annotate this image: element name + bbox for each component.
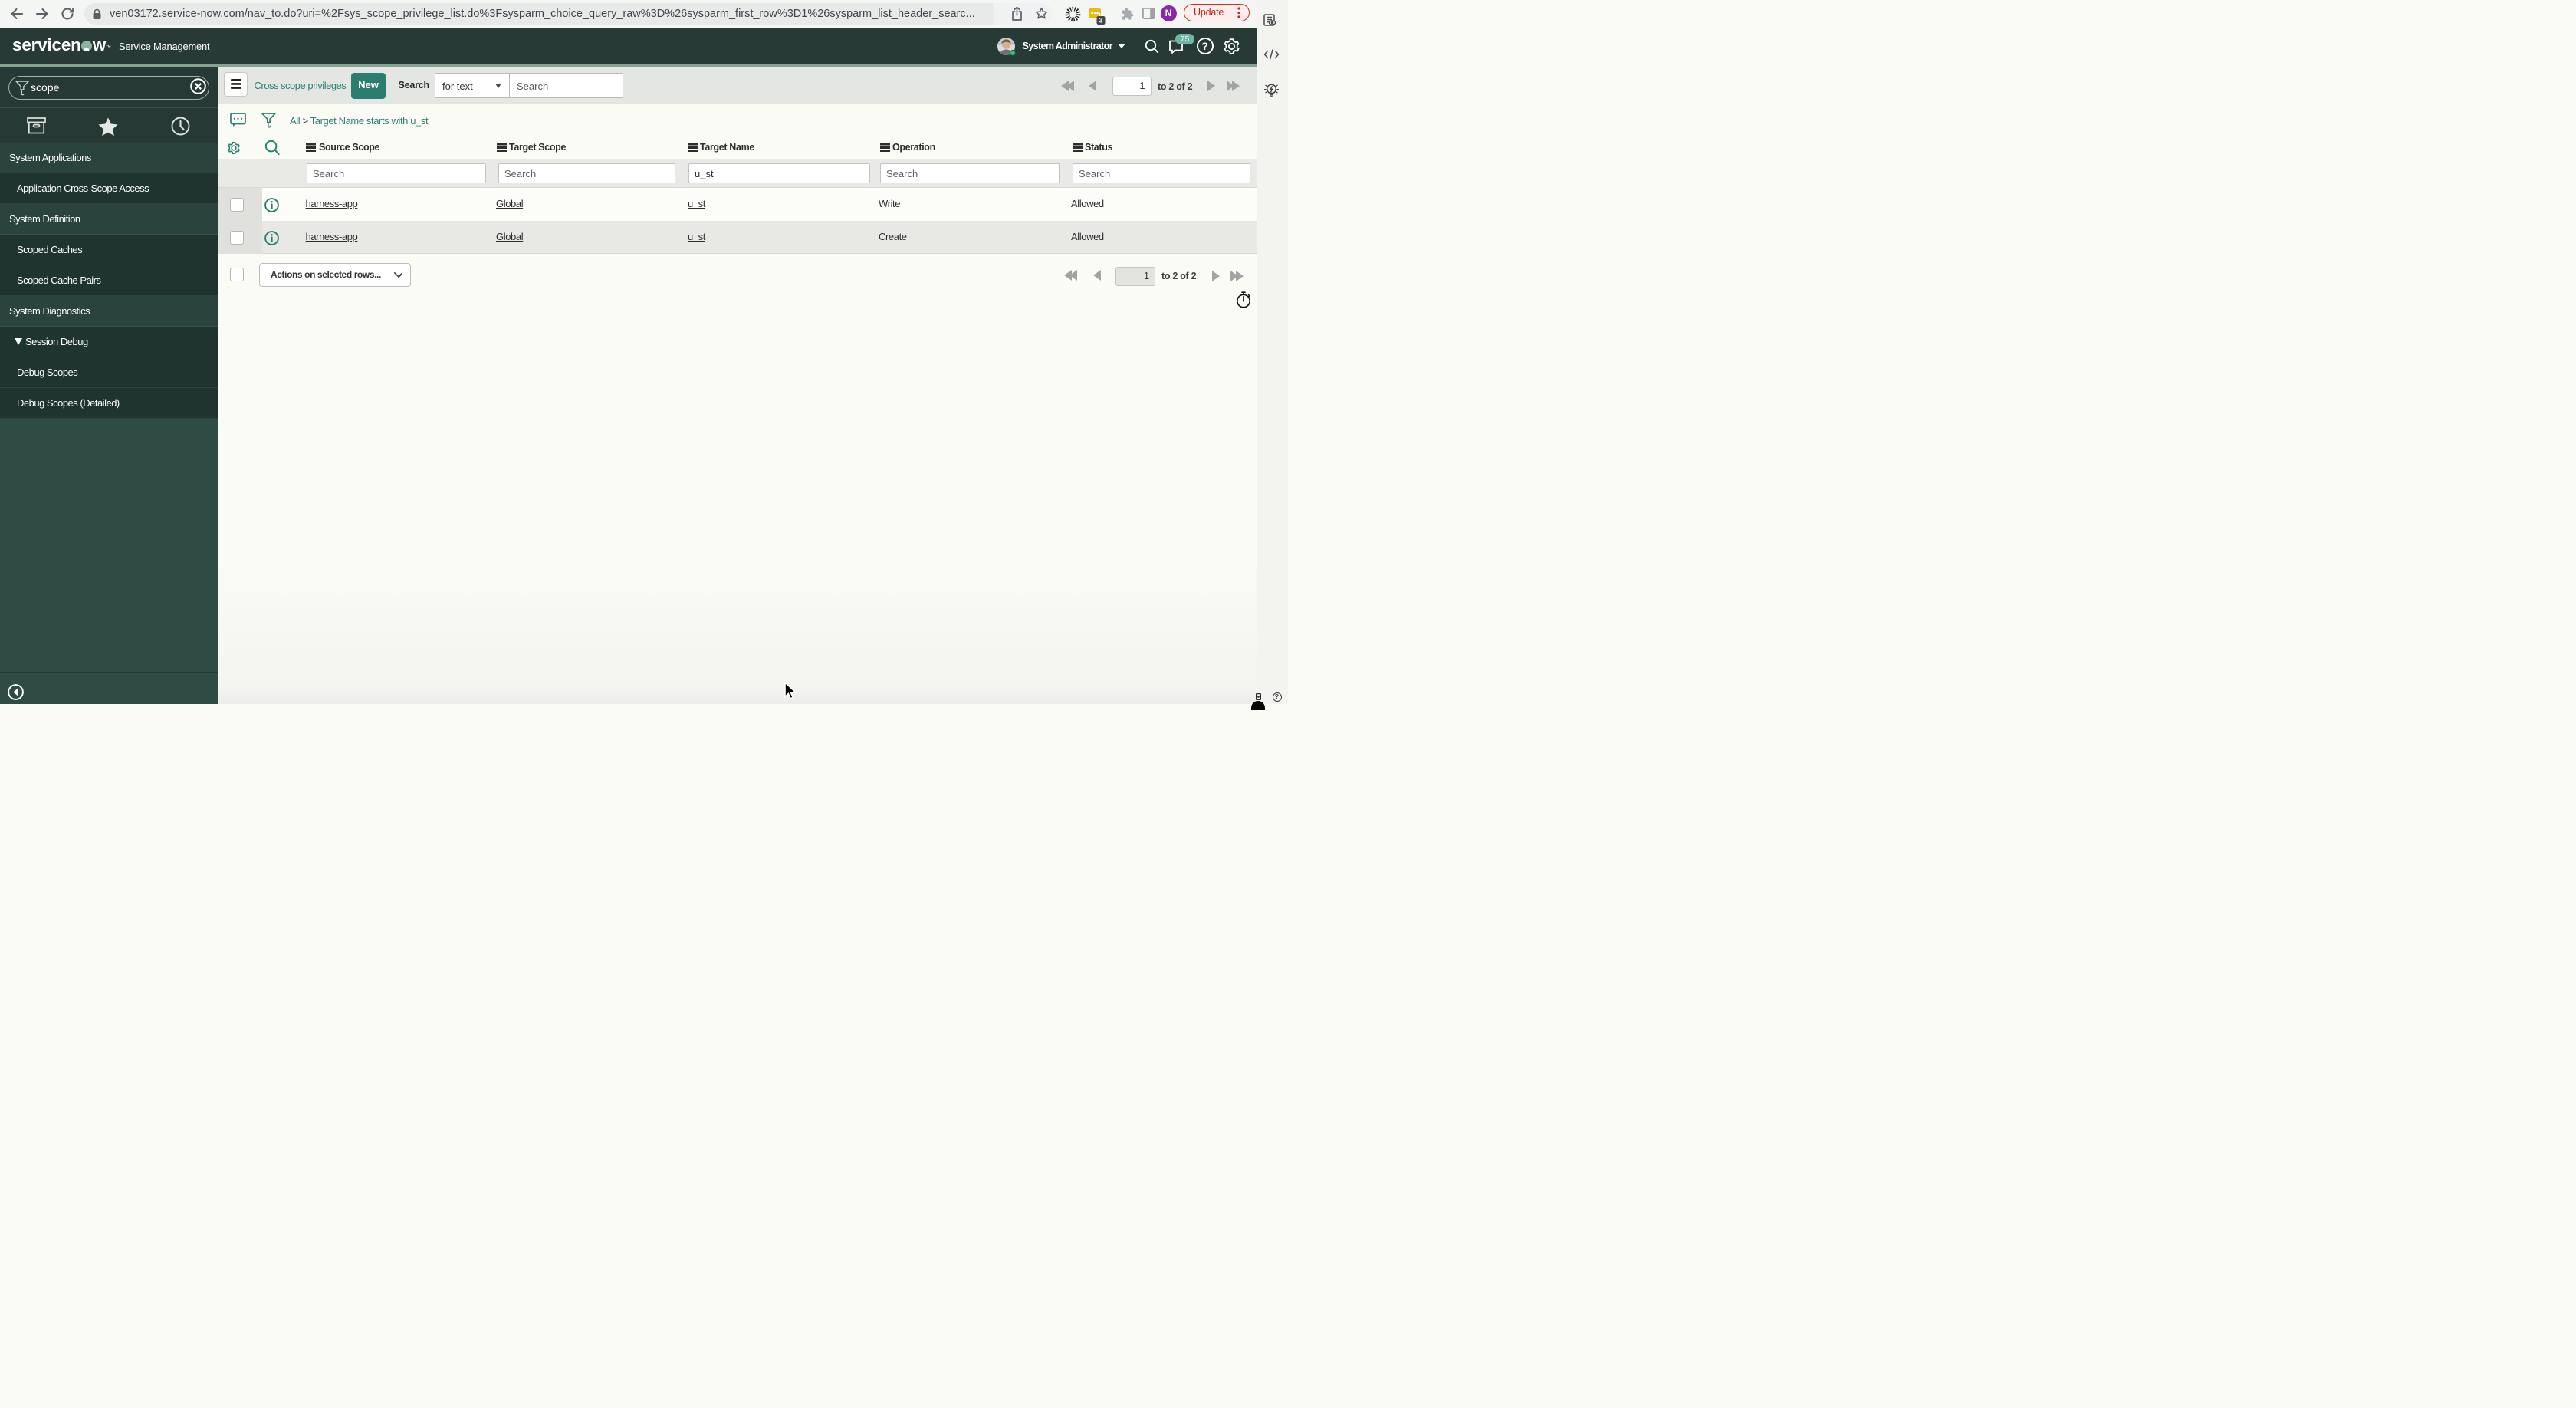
svg-text:3: 3	[1099, 16, 1102, 24]
